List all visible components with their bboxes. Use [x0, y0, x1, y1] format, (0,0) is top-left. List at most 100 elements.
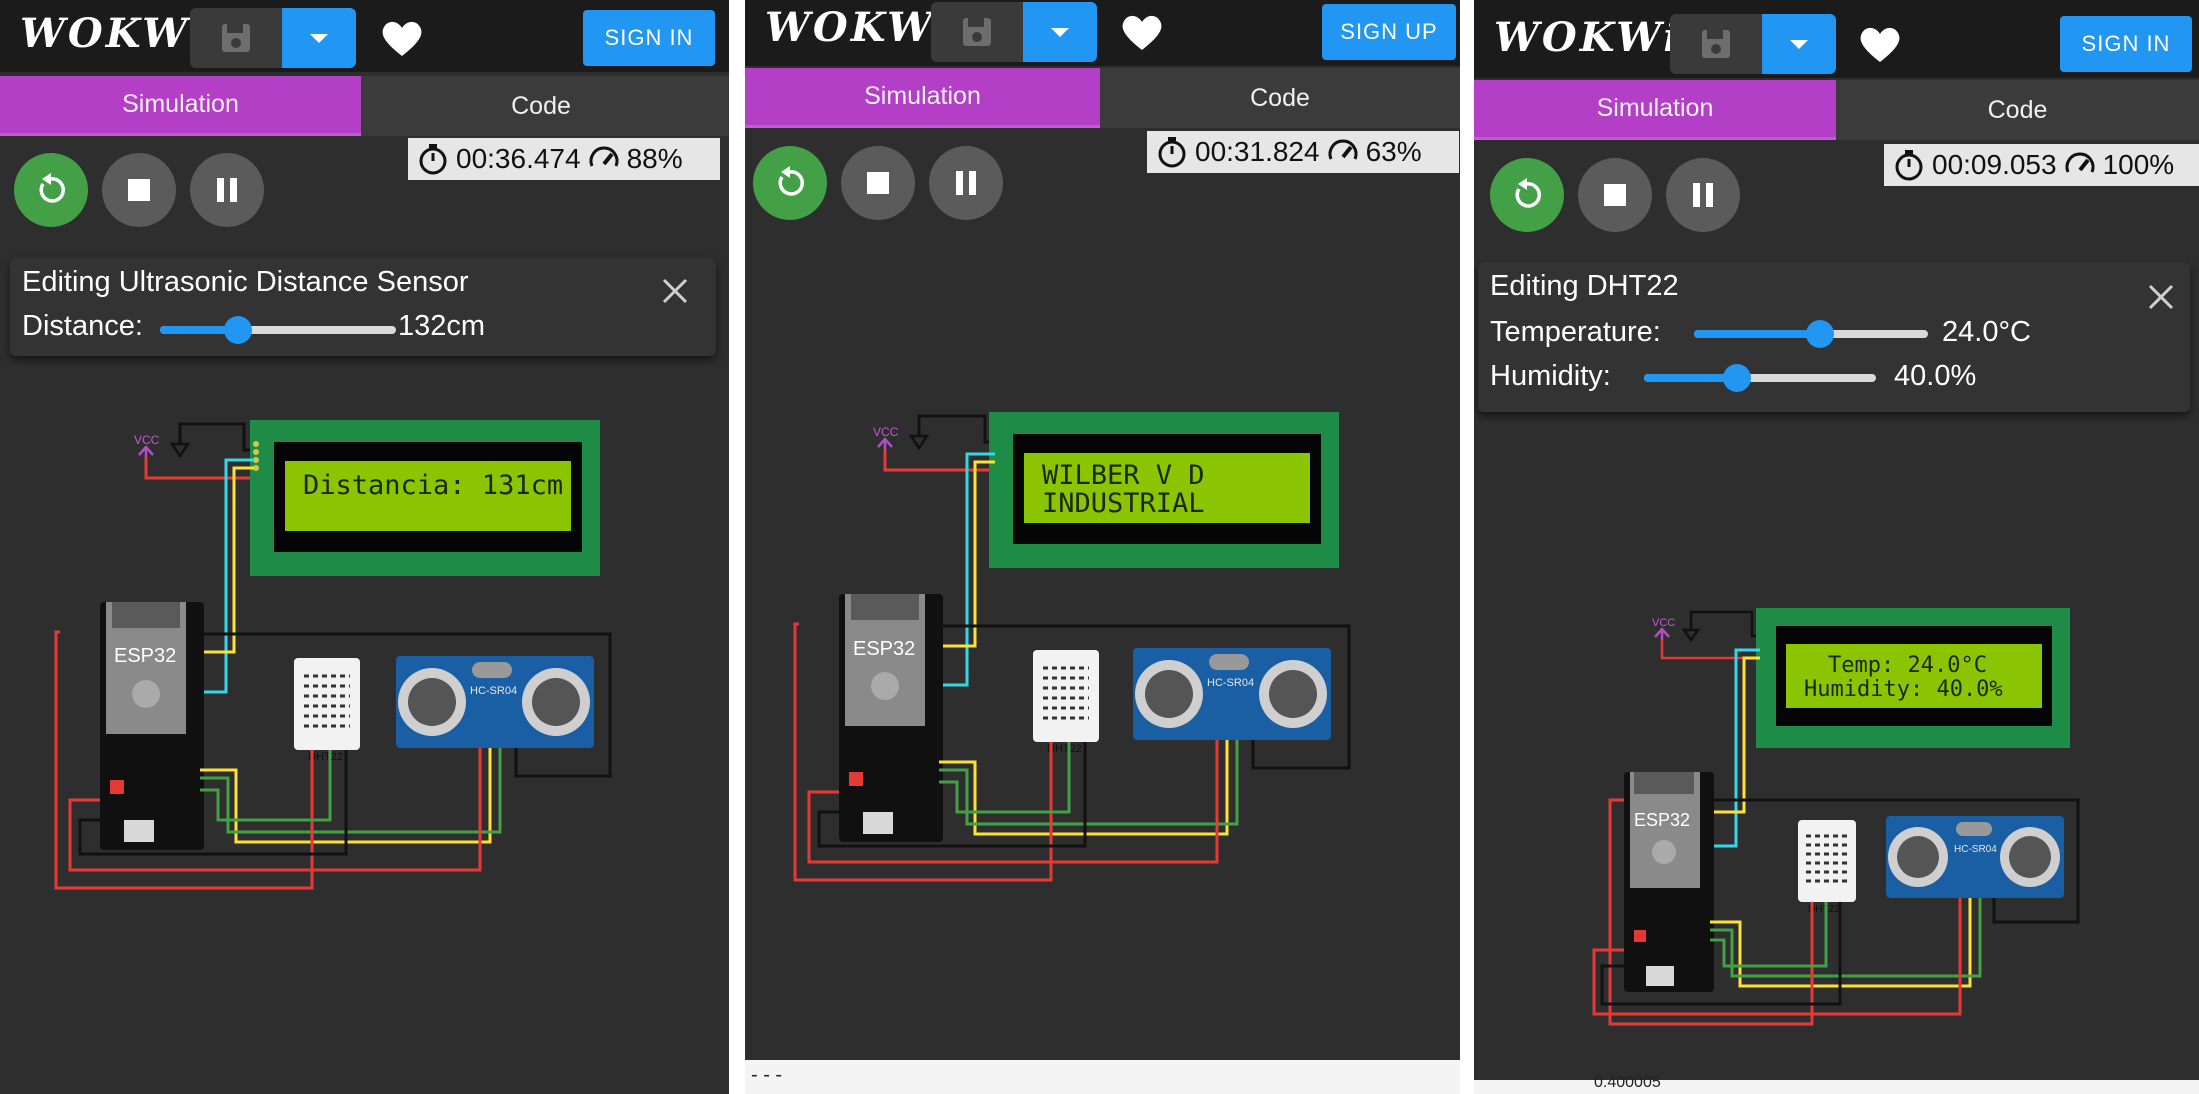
tab-bar: Simulation Code	[745, 68, 1460, 128]
save-button-group	[190, 8, 356, 68]
slider-knob[interactable]	[1806, 320, 1835, 348]
hc-sr04-label: HC-SR04	[470, 685, 517, 697]
stop-icon	[1604, 184, 1626, 206]
pause-icon	[1693, 183, 1713, 207]
dht22-sensor	[294, 658, 360, 750]
save-icon	[222, 24, 250, 52]
top-bar: WOKWi SIGN UP	[745, 0, 1460, 66]
stop-button[interactable]	[1578, 158, 1652, 232]
simulation-timer: 00:31.824 63%	[1147, 131, 1459, 173]
bottom-strip: 0.400005	[1474, 1074, 2199, 1094]
dht22-sensor	[1033, 650, 1099, 742]
ground-symbol	[169, 442, 191, 459]
simulation-speed: 100%	[2102, 149, 2175, 180]
heart-icon[interactable]	[380, 18, 424, 58]
heart-icon[interactable]	[1858, 24, 1902, 64]
tab-code[interactable]: Code	[1100, 68, 1460, 128]
tab-code[interactable]: Code	[1836, 80, 2199, 140]
chevron-down-icon	[310, 34, 328, 43]
usb-port	[124, 820, 154, 842]
vcc-label: VCC	[1652, 617, 1675, 629]
lcd-line-2: INDUSTRIAL	[1042, 488, 1205, 519]
hc-sr04-label: HC-SR04	[1954, 844, 1997, 855]
sign-in-button[interactable]: SIGN IN	[583, 10, 715, 66]
circuit-diagram: VCC WILBER V D INDUSTRIAL ESP32 DHT22 HC…	[793, 412, 1351, 882]
save-options-dropdown[interactable]	[282, 8, 356, 68]
ground-symbol	[908, 434, 930, 451]
pause-button[interactable]	[929, 146, 1003, 220]
vcc-label: VCC	[873, 425, 899, 439]
esp32-label: ESP32	[114, 645, 176, 667]
circuit-diagram: VCC Temp: 24.0°C Humidity: 40.0% ESP32 D…	[1592, 608, 2080, 1026]
distance-slider[interactable]	[160, 316, 396, 344]
tab-simulation[interactable]: Simulation	[0, 76, 361, 136]
close-icon[interactable]	[660, 276, 690, 306]
heart-icon[interactable]	[1120, 12, 1164, 52]
simulation-timer: 00:36.474 88%	[408, 138, 720, 180]
pause-icon	[217, 178, 237, 202]
save-options-dropdown[interactable]	[1762, 14, 1836, 74]
save-button[interactable]	[1670, 14, 1762, 74]
save-icon	[963, 18, 991, 46]
esp32-label: ESP32	[1634, 810, 1690, 830]
stop-button[interactable]	[841, 146, 915, 220]
pause-button[interactable]	[1666, 158, 1740, 232]
simulation-speed: 88%	[626, 143, 683, 174]
tab-code[interactable]: Code	[361, 76, 721, 136]
distance-label: Distance:	[22, 310, 143, 342]
restart-button[interactable]	[753, 146, 827, 220]
hc-sr04-label: HC-SR04	[1207, 677, 1254, 689]
usb-port	[1646, 966, 1674, 986]
lcd-line-1: Distancia: 131cm	[303, 470, 563, 501]
temperature-value: 24.0°C	[1942, 316, 2031, 348]
console-output: - - -	[751, 1064, 783, 1086]
tab-simulation[interactable]: Simulation	[1474, 80, 1836, 140]
wokwi-panel-display: WOKWi SIGN UP Simulation Code 00:31.824 …	[745, 0, 1460, 1060]
stop-icon	[128, 179, 150, 201]
pause-icon	[956, 171, 976, 195]
wire-sda	[200, 458, 254, 694]
tab-bar: Simulation Code	[0, 76, 729, 136]
humidity-slider[interactable]	[1644, 364, 1876, 392]
part-editor: Editing Ultrasonic Distance Sensor Dista…	[10, 258, 716, 356]
sign-in-button[interactable]: SIGN IN	[2060, 16, 2192, 72]
wokwi-panel-distance: WOKWi SIGN IN Simulation Code 00:36.474 …	[0, 0, 729, 1094]
simulation-speed: 63%	[1365, 136, 1422, 167]
restart-button[interactable]	[1490, 158, 1564, 232]
part-editor: Editing DHT22 Temperature: 24.0°C Humidi…	[1478, 262, 2190, 412]
vcc-label: VCC	[134, 433, 160, 447]
chevron-down-icon	[1051, 28, 1069, 37]
save-options-dropdown[interactable]	[1023, 2, 1097, 62]
wokwi-logo: WOKWi	[20, 10, 208, 57]
circuit-diagram: VCC Distancia: 131cm ESP32 DHT22 HC-SR04	[54, 420, 612, 890]
restart-button[interactable]	[14, 153, 88, 227]
restart-icon	[39, 173, 66, 203]
save-button[interactable]	[931, 2, 1023, 62]
pause-button[interactable]	[190, 153, 264, 227]
elapsed-time: 00:09.053	[1932, 149, 2057, 180]
sign-up-button[interactable]: SIGN UP	[1322, 4, 1456, 60]
vcc-symbol	[138, 445, 154, 458]
humidity-label: Humidity:	[1490, 360, 1611, 392]
speedometer-icon	[2065, 152, 2095, 173]
wokwi-logo: WOKWi	[1494, 14, 1682, 61]
stop-button[interactable]	[102, 153, 176, 227]
simulation-timer: 00:09.053 100%	[1884, 144, 2199, 186]
lcd-line-1: Temp: 24.0°C	[1828, 653, 1987, 678]
slider-knob[interactable]	[223, 316, 252, 344]
restart-icon	[1515, 178, 1542, 208]
save-button[interactable]	[190, 8, 282, 68]
speedometer-icon	[1328, 139, 1358, 160]
esp32-label: ESP32	[853, 638, 915, 660]
distance-value: 132cm	[398, 310, 486, 342]
temperature-slider[interactable]	[1694, 320, 1928, 348]
lcd-line-1: WILBER V D	[1042, 460, 1205, 491]
chevron-down-icon	[1790, 40, 1808, 49]
stopwatch-icon	[419, 144, 447, 175]
close-icon[interactable]	[2146, 282, 2176, 312]
tab-simulation[interactable]: Simulation	[745, 68, 1100, 128]
stopwatch-icon	[1895, 150, 1923, 181]
save-icon	[1702, 30, 1730, 58]
dht22-sensor	[1798, 820, 1856, 902]
slider-knob[interactable]	[1722, 364, 1751, 392]
